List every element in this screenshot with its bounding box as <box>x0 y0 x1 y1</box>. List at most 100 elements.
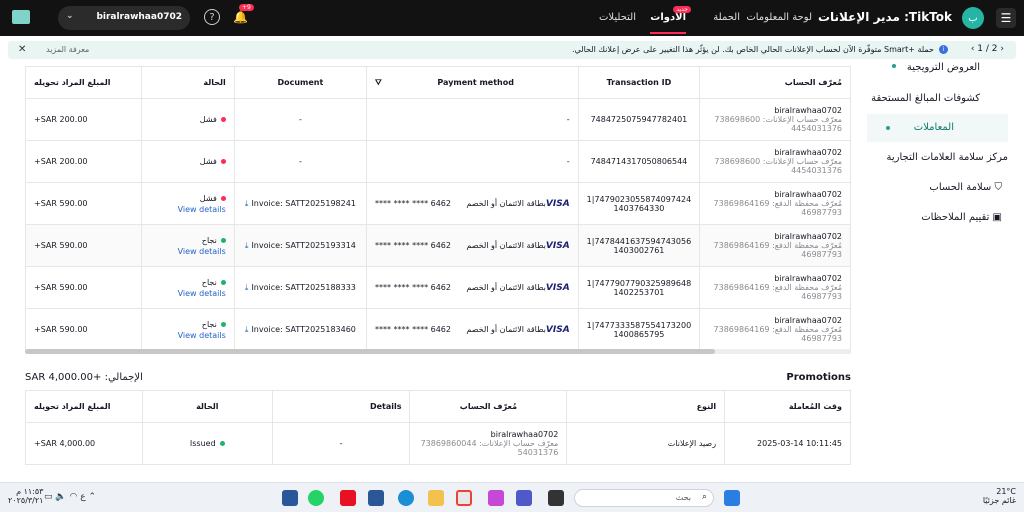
header-status[interactable]: الحالة <box>140 66 235 99</box>
user-avatar[interactable]: ب <box>962 7 984 29</box>
promo-header-type[interactable]: النوع <box>566 390 726 423</box>
invoice-link[interactable]: ⤓ Invoice: SATT2025188333 <box>245 283 356 292</box>
weather-widget[interactable]: 21°C غائم جزئيًا <box>983 487 1016 505</box>
sidebar-item-account-safety[interactable]: ⛉ سلامة الحساب <box>929 182 1002 193</box>
account-sub: مُعرّف محفظة الدفع: 73869864169 <box>713 241 842 250</box>
hamburger-menu-icon[interactable]: ☰ <box>996 8 1016 28</box>
chevron-left-icon[interactable]: ‹ <box>971 44 975 54</box>
shield-icon: ⛉ <box>994 182 1003 193</box>
visa-icon: VISA <box>545 240 570 251</box>
chevron-up-icon[interactable]: ⌃ <box>88 492 96 502</box>
sidebar-dot <box>892 64 896 68</box>
cell-status: فشل <box>140 98 235 141</box>
copilot-icon[interactable] <box>488 490 504 506</box>
horizontal-scrollbar[interactable] <box>25 349 851 354</box>
system-tray[interactable]: ▭ 🔈 ◠ ع ⌃ <box>44 492 96 502</box>
language-indicator[interactable]: ع <box>80 492 85 502</box>
chevron-right-icon[interactable]: › <box>1000 44 1004 54</box>
scrollbar-thumb[interactable] <box>25 349 715 354</box>
promo-header-status[interactable]: الحالة <box>141 390 273 423</box>
cell-payment: VISA بطاقة الائتمان أو الخصم **** **** ***… <box>365 182 579 225</box>
cell-payment: - <box>365 140 579 183</box>
sidebar-item-brand-safety[interactable]: مركز سلامة العلامات التجارية <box>886 152 1008 163</box>
download-icon[interactable]: ⤓ <box>245 241 249 250</box>
learn-more-link[interactable]: معرفة المزيد <box>46 45 89 54</box>
account-sub: مُعرّف محفظة الدفع: 73869864169 <box>713 199 842 208</box>
app-icon[interactable] <box>548 490 564 506</box>
view-details-link[interactable]: View details <box>150 247 226 256</box>
bell-icon[interactable]: 🔔 <box>233 10 248 24</box>
store-icon[interactable] <box>12 10 30 24</box>
account-sub: 46987793 <box>801 250 842 259</box>
sidebar-item-feedback[interactable]: ▣ تقييم الملاحظات <box>921 212 1002 223</box>
account-selector[interactable]: ⌄ biralrawhaa0702 <box>58 6 190 30</box>
clock[interactable]: ١١:٥٣ م ٢٠٢٥/٣/٢١ <box>8 487 43 505</box>
view-details-link[interactable]: View details <box>150 205 226 214</box>
nav-tools[interactable]: الأدوات <box>650 12 686 34</box>
total-amount: الإجمالي: +SAR 4,000.00 <box>25 372 143 383</box>
sidebar-item-promotions[interactable]: العروض الترويجية <box>907 62 980 73</box>
payment-type: بطاقة الائتمان أو الخصم <box>466 241 546 250</box>
header-account-id[interactable]: مُعرّف الحساب <box>699 66 851 99</box>
cell-transaction-id: 7484725075947782401 <box>577 98 701 141</box>
windows-start-icon[interactable] <box>724 490 740 506</box>
word-icon[interactable] <box>282 490 298 506</box>
status-dot <box>220 237 226 243</box>
sidebar-item-payables[interactable]: كشوفات المبالغ المستحقة <box>871 93 980 104</box>
view-details-link[interactable]: View details <box>150 331 226 340</box>
notice-pager[interactable]: ‹ 1 / 2 › <box>971 44 1004 54</box>
chrome-icon[interactable] <box>456 490 472 506</box>
account-sub: مُعرّف محفظة الدفع: 73869864169 <box>713 283 842 292</box>
header-transaction-id[interactable]: Transaction ID <box>577 66 701 99</box>
view-details-link[interactable]: View details <box>150 289 226 298</box>
teams-icon[interactable] <box>516 490 532 506</box>
download-icon[interactable]: ⤓ <box>245 325 249 334</box>
cell-status: نجاح View details <box>140 266 235 309</box>
cell-amount: +SAR 200.00 <box>25 98 142 141</box>
whatsapp-icon[interactable] <box>308 490 324 506</box>
download-icon[interactable]: ⤓ <box>245 283 249 292</box>
edge-icon[interactable] <box>398 490 414 506</box>
status-text: نجاح <box>201 235 217 245</box>
file-explorer-icon[interactable] <box>428 490 444 506</box>
promo-header-details[interactable]: Details <box>271 390 411 423</box>
header-payment-method[interactable]: ⛛ Payment method <box>365 66 579 99</box>
promo-amount: +SAR 4,000.00 <box>25 422 143 465</box>
close-icon[interactable]: ✕ <box>18 44 26 55</box>
promo-header-time[interactable]: وقت المُعاملة <box>724 390 851 423</box>
header-amount[interactable]: المبلغ المراد تحويله <box>25 66 142 99</box>
account-name: biralrawhaa0702 <box>774 274 842 283</box>
promo-header-amount[interactable]: المبلغ المراد تحويله <box>25 390 143 423</box>
invoice-link[interactable]: ⤓ Invoice: SATT2025193314 <box>245 241 356 250</box>
table-row: +SAR 590.00 فشل View details ⤓ Invoice: SATT… <box>25 182 851 225</box>
cell-status: نجاح View details <box>140 224 235 267</box>
sidebar-item-transactions[interactable]: المعاملات <box>867 114 1008 142</box>
pager-text: 1 / 2 <box>977 44 998 54</box>
account-sub: 4454031376 <box>791 124 842 133</box>
download-icon[interactable]: ⤓ <box>245 199 249 208</box>
brand-title[interactable]: TikTok: مدير الإعلانات <box>818 10 952 24</box>
transactions-table: المبلغ المراد تحويله الحالة Document ⛛ P… <box>25 66 851 351</box>
store-app-icon[interactable] <box>368 490 384 506</box>
visa-icon: VISA <box>545 282 570 293</box>
invoice-link[interactable]: ⤓ Invoice: SATT2025183460 <box>245 325 356 334</box>
status-dot <box>220 117 226 122</box>
promo-header-account[interactable]: مُعرّف الحساب <box>409 390 568 423</box>
help-icon[interactable]: ? <box>204 9 220 25</box>
nav-campaign[interactable]: الحملة <box>713 12 740 23</box>
avatar-letter: ب <box>968 12 978 24</box>
sidebar: العروض الترويجية كشوفات المبالغ المستحقة… <box>859 60 1024 360</box>
anydesk-icon[interactable] <box>340 490 356 506</box>
taskbar-search[interactable]: بحث ⌕ <box>574 489 714 507</box>
header-document[interactable]: Document <box>233 66 367 99</box>
nav-dashboard[interactable]: لوحة المعلومات <box>746 12 812 23</box>
status-dot <box>219 441 225 446</box>
cell-account: biralrawhaa0702 مُعرّف محفظة الدفع: 73869… <box>699 308 851 351</box>
invoice-link[interactable]: ⤓ Invoice: SATT2025198241 <box>245 199 356 208</box>
filter-icon[interactable]: ⛛ <box>375 78 382 88</box>
feedback-icon: ▣ <box>992 212 1002 223</box>
status-dot <box>220 321 226 327</box>
nav-analytics[interactable]: التحليلات <box>599 12 636 23</box>
promo-account: biralrawhaa0702 معرّف حساب الإعلانات: 73… <box>409 422 568 465</box>
account-name: biralrawhaa0702 <box>774 316 842 325</box>
